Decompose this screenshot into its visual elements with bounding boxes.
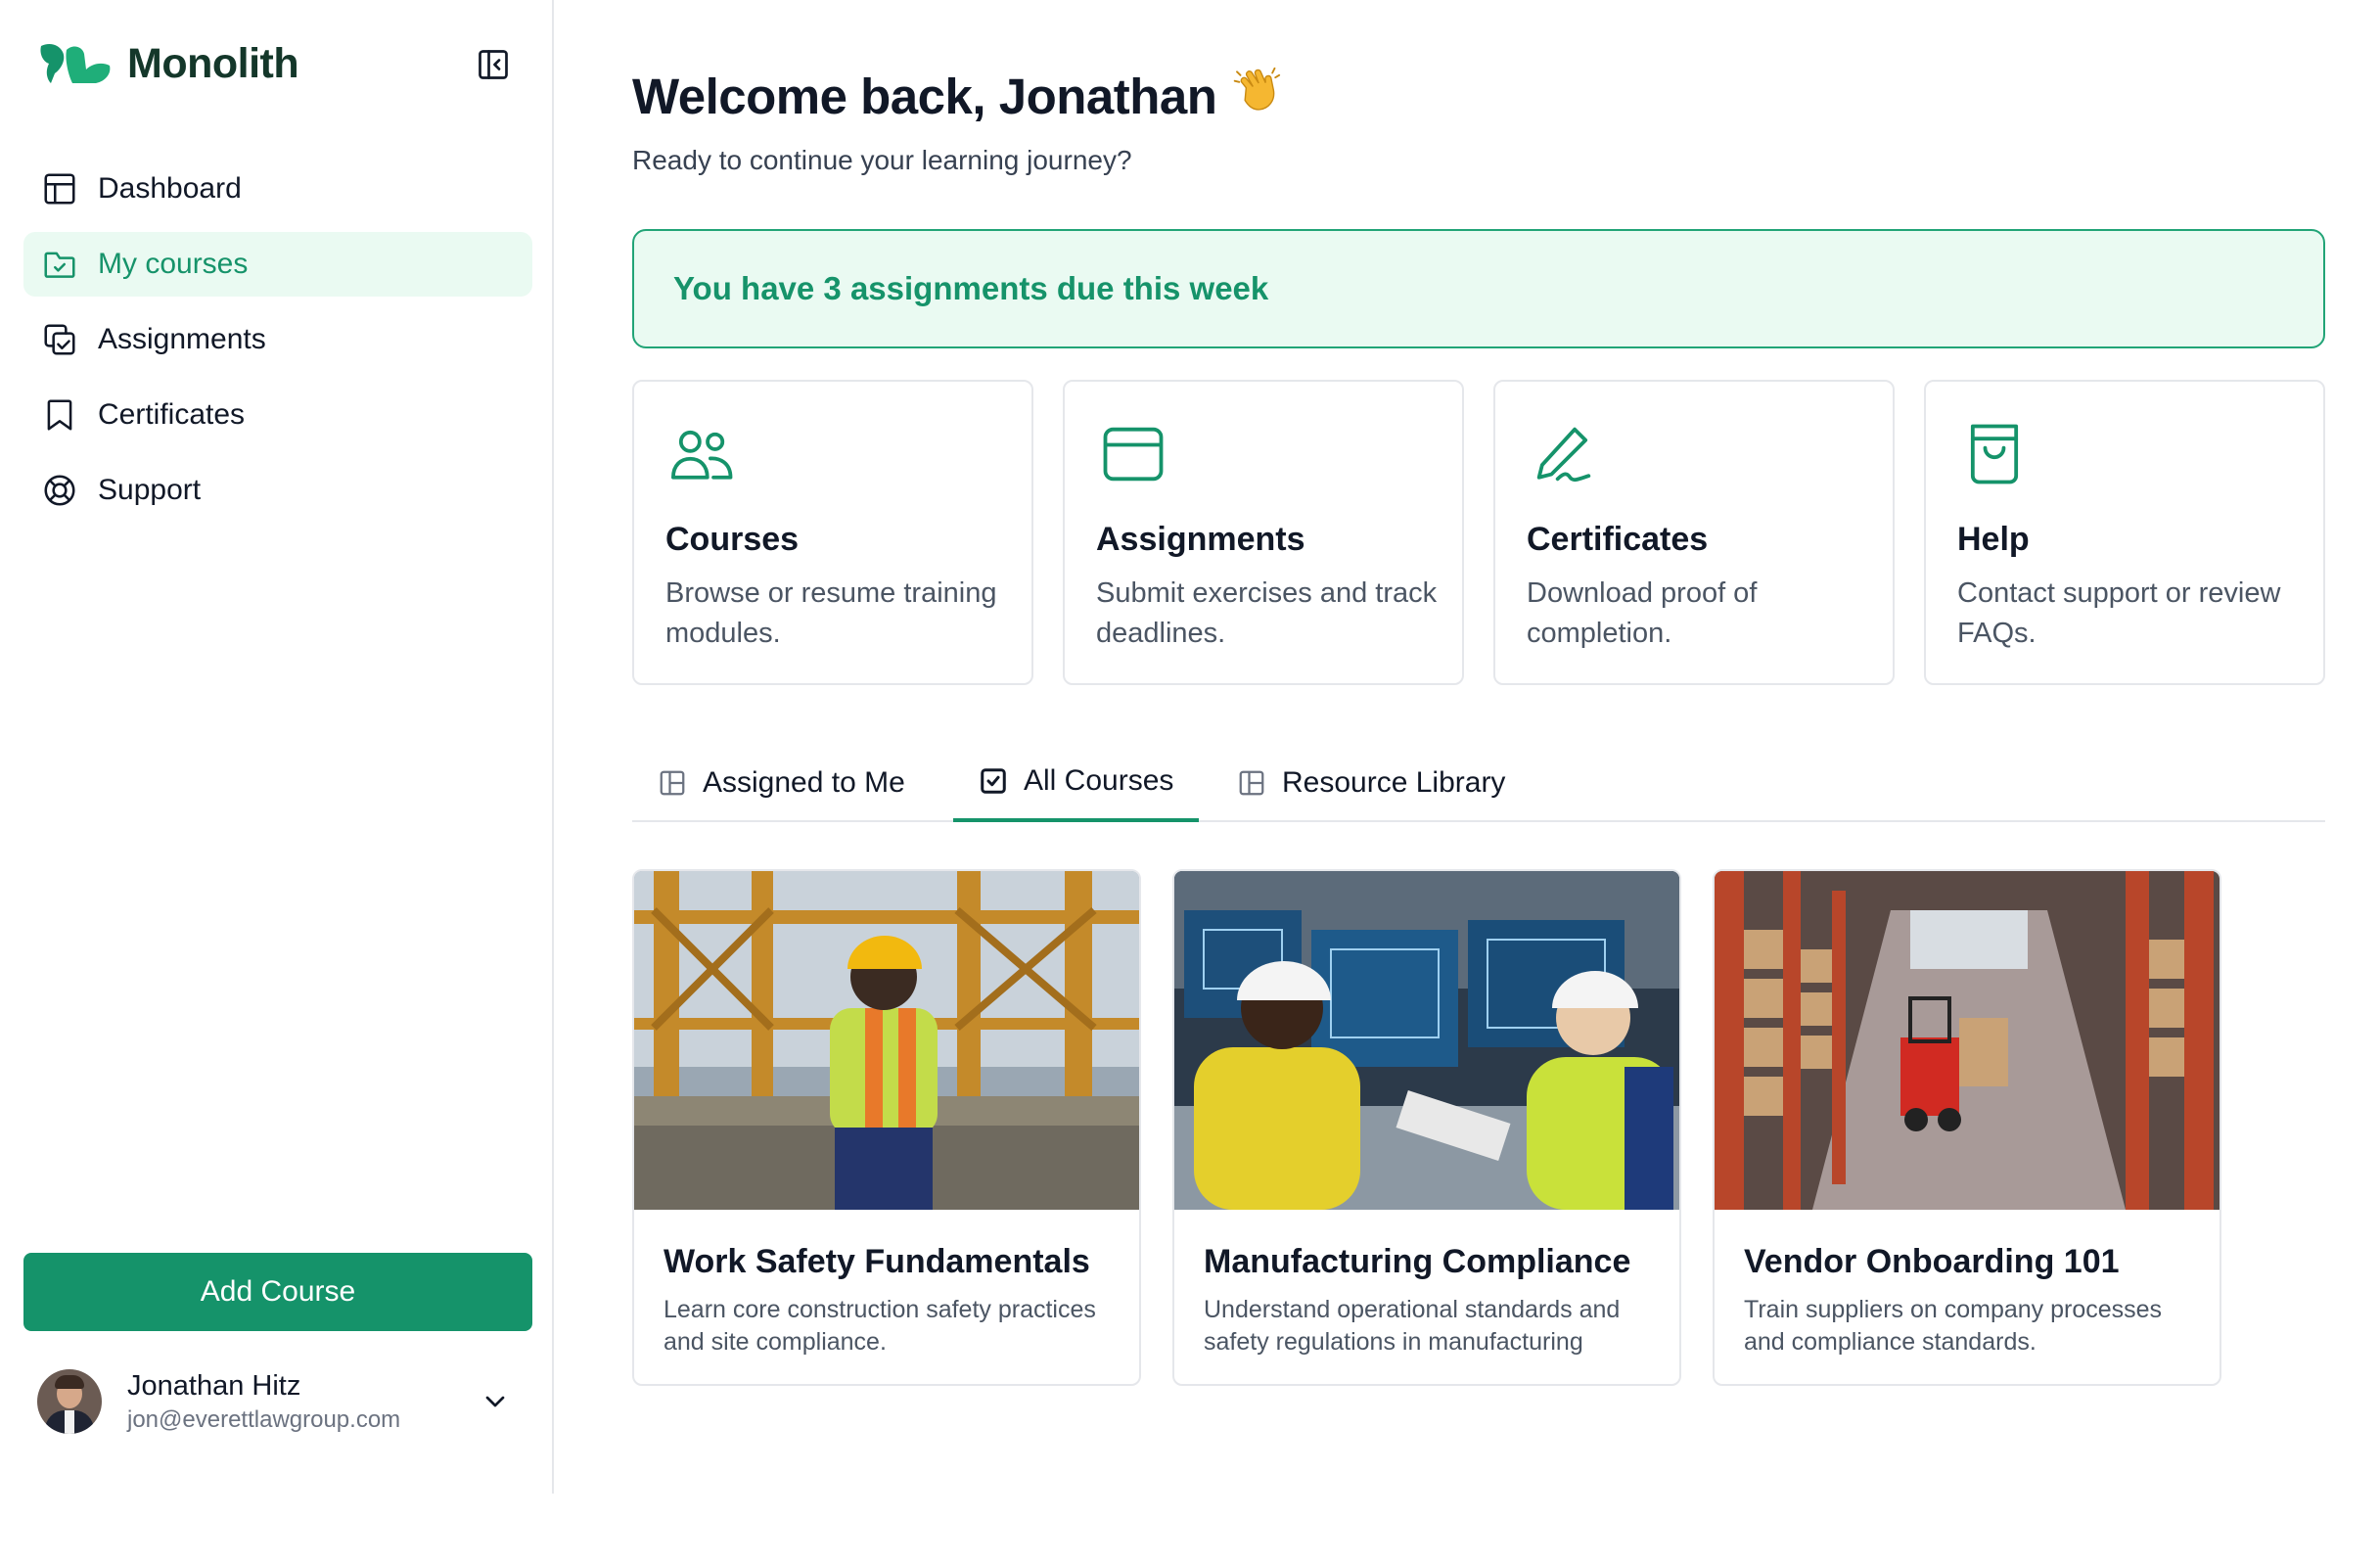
- course-title: Work Safety Fundamentals: [664, 1243, 1090, 1280]
- avatar: [37, 1369, 102, 1434]
- course-title: Manufacturing Compliance: [1204, 1243, 1631, 1280]
- course-card-vendor-onboarding[interactable]: Vendor Onboarding 101 Train suppliers on…: [1713, 869, 2221, 1386]
- users-icon: [671, 430, 733, 480]
- quick-card-desc: Submit exercises and track deadlines.: [1096, 577, 1438, 649]
- tab-label: All Courses: [1024, 764, 1174, 797]
- layout-icon: [660, 770, 685, 796]
- quick-links: Courses Browse or resume training module…: [632, 380, 2325, 685]
- chevron-down-icon[interactable]: [480, 1386, 511, 1417]
- course-image-warehouse: [1715, 871, 2220, 1210]
- shopping-bag-icon: [1970, 424, 2019, 484]
- signature-icon: [1536, 427, 1591, 483]
- user-email: jon@everettlawgroup.com: [127, 1405, 401, 1433]
- brand[interactable]: Monolith: [37, 37, 299, 90]
- window-icon: [1103, 427, 1164, 482]
- waving-hand-icon: [1230, 63, 1285, 129]
- sidebar-item-label: My courses: [98, 248, 249, 280]
- course-image-manufacturing: [1174, 871, 1679, 1210]
- layout-icon: [44, 173, 75, 205]
- tab-label: Assigned to Me: [703, 766, 905, 799]
- tab-label: Resource Library: [1282, 766, 1506, 799]
- quick-card-help[interactable]: Help Contact support or review FAQs.: [1924, 380, 2325, 685]
- course-card-work-safety[interactable]: Work Safety Fundamentals Learn core cons…: [632, 869, 1141, 1386]
- folder-check-icon: [44, 252, 75, 278]
- lifebuoy-icon: [44, 475, 75, 506]
- collapse-sidebar-button[interactable]: [474, 45, 513, 84]
- checkbox-icon: [981, 768, 1006, 794]
- course-tabs: Assigned to Me All Courses Resource Libr…: [632, 744, 2325, 822]
- sidebar-item-label: Assignments: [98, 323, 266, 355]
- sidebar-item-label: Support: [98, 474, 202, 506]
- course-card-manufacturing-compliance[interactable]: Manufacturing Compliance Understand oper…: [1172, 869, 1681, 1386]
- quick-card-title: Courses: [665, 521, 800, 558]
- sidebar-item-dashboard[interactable]: Dashboard: [23, 157, 532, 221]
- quick-card-assignments[interactable]: Assignments Submit exercises and track d…: [1063, 380, 1464, 685]
- quick-card-courses[interactable]: Courses Browse or resume training module…: [632, 380, 1033, 685]
- course-desc: Learn core construction safety practices…: [664, 1296, 1096, 1356]
- quick-card-desc: Contact support or review FAQs.: [1957, 577, 2281, 649]
- quick-card-desc: Browse or resume training modules.: [665, 577, 997, 649]
- quick-card-title: Assignments: [1096, 521, 1305, 558]
- assignments-alert: You have 3 assignments due this week: [632, 229, 2325, 348]
- tab-all-courses[interactable]: All Courses: [953, 744, 1200, 822]
- sidebar: Monolith Dashboard My courses Assignment…: [0, 0, 554, 1494]
- copy-check-icon: [44, 324, 75, 355]
- brand-name: Monolith: [127, 39, 299, 87]
- sidebar-item-my-courses[interactable]: My courses: [23, 232, 532, 297]
- course-title: Vendor Onboarding 101: [1744, 1243, 2120, 1280]
- course-image-construction: [634, 871, 1139, 1210]
- quick-card-desc: Download proof of completion.: [1527, 577, 1758, 649]
- quick-card-title: Certificates: [1527, 521, 1709, 558]
- tab-assigned-to-me[interactable]: Assigned to Me: [632, 744, 931, 822]
- page-title: Welcome back, Jonathan: [632, 63, 1285, 129]
- sidebar-collapse-icon: [479, 50, 508, 79]
- user-menu[interactable]: Jonathan Hitz jon@everettlawgroup.com: [37, 1366, 526, 1437]
- course-desc: Train suppliers on company processes and…: [1744, 1296, 2163, 1356]
- course-desc: Understand operational standards and saf…: [1204, 1296, 1621, 1356]
- sidebar-nav: Dashboard My courses Assignments Certifi…: [23, 157, 532, 533]
- sidebar-item-certificates[interactable]: Certificates: [23, 383, 532, 447]
- quick-card-certificates[interactable]: Certificates Download proof of completio…: [1493, 380, 1895, 685]
- page-subtitle: Ready to continue your learning journey?: [632, 145, 1132, 175]
- welcome-text: Welcome back, Jonathan: [632, 68, 1217, 124]
- tab-resource-library[interactable]: Resource Library: [1212, 744, 1531, 822]
- sidebar-item-label: Dashboard: [98, 172, 242, 205]
- sidebar-item-support[interactable]: Support: [23, 458, 532, 523]
- sidebar-item-assignments[interactable]: Assignments: [23, 307, 532, 372]
- add-course-button[interactable]: Add Course: [23, 1253, 532, 1331]
- layout-icon: [1239, 770, 1264, 796]
- bookmark-icon: [47, 399, 72, 431]
- user-name: Jonathan Hitz: [127, 1369, 301, 1402]
- sidebar-item-label: Certificates: [98, 398, 246, 431]
- quick-card-title: Help: [1957, 521, 2030, 558]
- monolith-logo-icon: [40, 44, 111, 83]
